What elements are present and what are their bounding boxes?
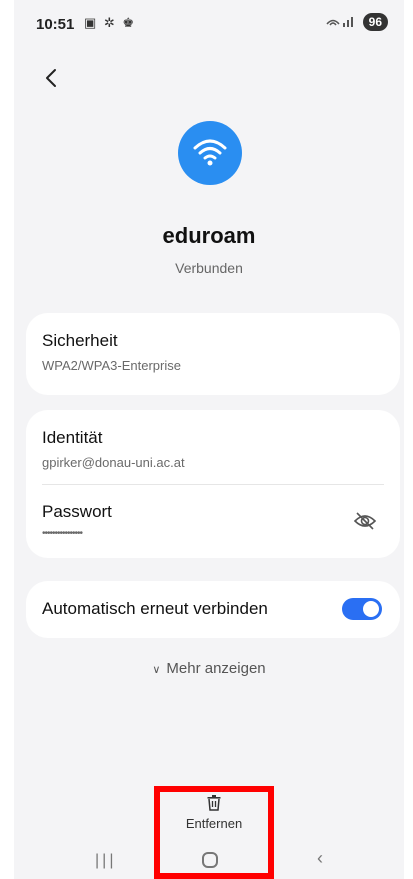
chevron-down-icon: ∨ [152, 664, 161, 676]
identity-title: Identität [42, 428, 103, 447]
remove-label: Entfernen [185, 816, 243, 831]
auto-reconnect-card: Automatisch erneut verbinden [26, 581, 400, 638]
password-title: Passwort [42, 502, 112, 521]
status-time: 10:51 [36, 16, 75, 33]
battery-indicator: 96 [362, 13, 388, 31]
show-password-icon[interactable] [352, 508, 378, 534]
remove-button[interactable]: Entfernen [164, 790, 264, 840]
status-bar: 10:51 ▣ ✲ ♚ 96 [14, 0, 404, 44]
password-value: •••••••••••••••• [42, 528, 83, 539]
credentials-card: Identität gpirker@donau-uni.ac.at Passwo… [26, 410, 400, 558]
row-divider [42, 484, 384, 485]
status-notification-icons: ▣ ✲ ♚ [84, 15, 137, 30]
security-value: WPA2/WPA3-Enterprise [42, 358, 181, 373]
system-nav-bar: ||| ‹ [14, 840, 404, 879]
auto-reconnect-toggle[interactable] [342, 598, 382, 620]
back-icon[interactable] [40, 66, 64, 90]
signal-icon [325, 14, 357, 31]
status-right-group: 96 [325, 13, 388, 31]
wifi-details-screen: 10:51 ▣ ✲ ♚ 96 eduroam Verbunden Sicherh… [14, 0, 404, 879]
network-status: Verbunden [175, 260, 243, 276]
toggle-knob [363, 601, 379, 617]
security-title: Sicherheit [42, 331, 118, 350]
auto-reconnect-label: Automatisch erneut verbinden [42, 599, 268, 618]
nav-back-icon[interactable]: ‹ [317, 848, 323, 869]
show-more-label: Mehr anzeigen [166, 660, 266, 677]
show-more-button[interactable]: ∨ Mehr anzeigen [14, 660, 404, 677]
recents-icon[interactable]: ||| [95, 852, 116, 870]
trash-icon [206, 794, 222, 812]
home-icon[interactable] [202, 852, 218, 868]
identity-value: gpirker@donau-uni.ac.at [42, 455, 185, 470]
network-name: eduroam [162, 223, 256, 248]
wifi-icon [178, 121, 242, 185]
security-card: Sicherheit WPA2/WPA3-Enterprise [26, 313, 400, 395]
